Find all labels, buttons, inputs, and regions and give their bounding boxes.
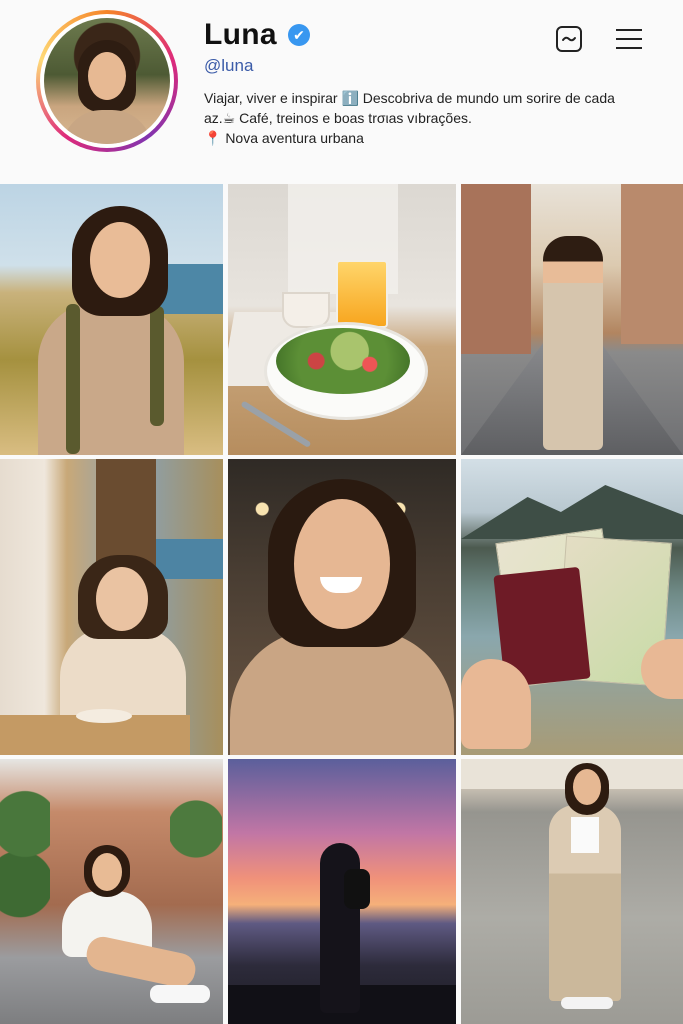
building-left (461, 184, 531, 354)
person-body (230, 629, 454, 755)
avatar[interactable] (44, 18, 170, 144)
person-face (92, 853, 122, 891)
post-passport-map[interactable] (461, 459, 683, 755)
sea (156, 539, 223, 579)
croissant-plate (76, 709, 132, 723)
avatar-shirt (62, 110, 152, 144)
posts-grid (0, 184, 683, 1024)
bio-line-3: 📍 Nova aventura urbana (204, 130, 364, 146)
person-face (90, 222, 150, 298)
bio-line-1: Viajar, viver e inspirar ℹ️ Descobriva d… (204, 90, 615, 106)
post-plaza-standing[interactable] (461, 759, 683, 1024)
avatar-face (88, 52, 126, 100)
post-selfie[interactable] (228, 459, 456, 755)
white-top (571, 817, 599, 853)
avatar-frame (40, 14, 174, 148)
profile-bio: Viajar, viver e inspirar ℹ️ Descobriva d… (204, 88, 644, 148)
person-face (96, 567, 148, 631)
dip-cup (282, 292, 330, 328)
post-coffee-window[interactable] (0, 459, 223, 755)
hand (461, 659, 531, 749)
backpack-strap (66, 304, 80, 454)
hamburger-menu-icon (616, 29, 642, 49)
post-sitting-street[interactable] (0, 759, 223, 1024)
post-sunset-silhouette[interactable] (228, 759, 456, 1024)
person-face (573, 769, 601, 805)
story-ring[interactable] (36, 10, 178, 152)
post-salad-bowl[interactable] (228, 184, 456, 455)
message-icon (556, 26, 582, 52)
verified-badge-icon: ✔ (288, 24, 310, 46)
bio-line-2: az.☕ Café, treinos e boas trσιas vıbraçõ… (204, 110, 472, 126)
backpack-strap (150, 306, 164, 426)
post-hiker-coast[interactable] (0, 184, 223, 455)
sneakers (561, 997, 613, 1009)
message-button[interactable] (554, 24, 584, 54)
building-right (621, 184, 683, 344)
mountains (461, 485, 683, 539)
person-walking (543, 236, 603, 450)
plants (0, 779, 50, 929)
person-face (294, 499, 390, 629)
orange-juice-glass (336, 260, 388, 328)
post-cobblestone-street[interactable] (461, 184, 683, 455)
menu-button[interactable] (614, 24, 644, 54)
profile-handle[interactable]: @luna (204, 56, 253, 76)
profile-name: Luna (204, 18, 277, 51)
salad (276, 328, 410, 394)
sneakers (150, 985, 210, 1003)
profile-header: Luna ✔ @luna Viajar, viver e inspirar ℹ️… (0, 0, 683, 184)
plants (170, 769, 222, 919)
backpack-silhouette (344, 869, 370, 909)
